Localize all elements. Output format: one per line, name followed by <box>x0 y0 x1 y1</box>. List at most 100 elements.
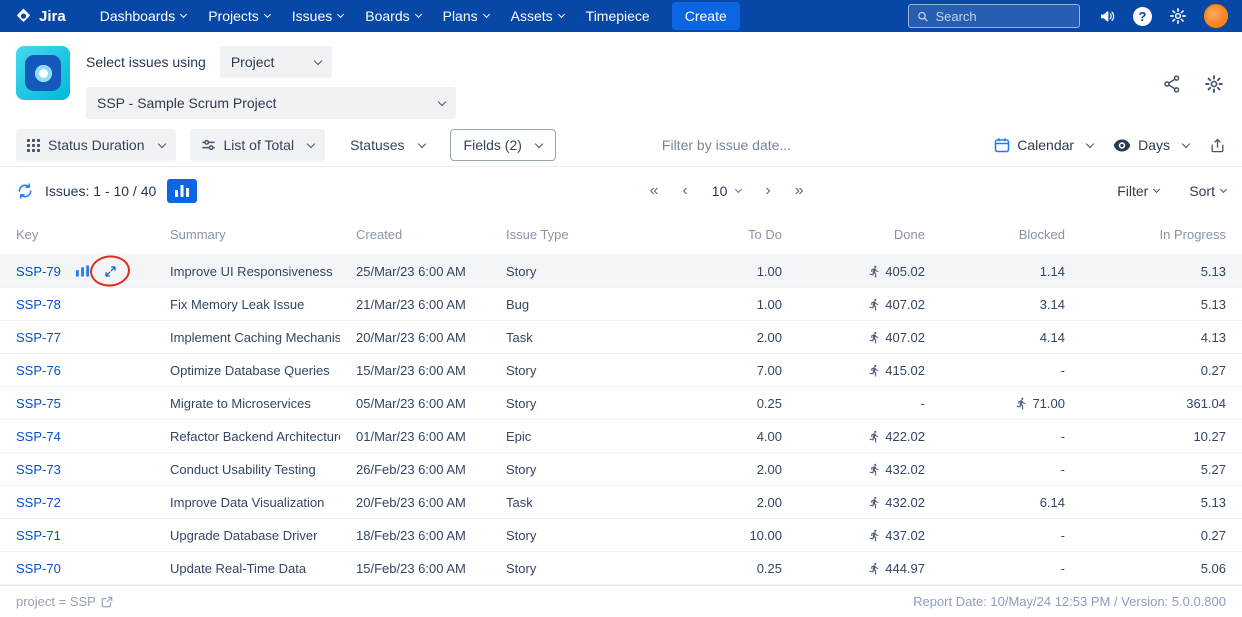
announcement-icon[interactable] <box>1098 7 1116 25</box>
page-size-dropdown[interactable]: 10 <box>712 183 743 199</box>
nav-plans[interactable]: Plans <box>433 3 499 29</box>
nav-timepiece[interactable]: Timepiece <box>576 3 660 29</box>
issue-key-link[interactable]: SSP-74 <box>16 429 61 444</box>
filter-dropdown[interactable]: Filter <box>1117 183 1161 199</box>
issue-key-link[interactable]: SSP-71 <box>16 528 61 543</box>
issue-summary-cell: Improve Data Visualization <box>154 495 340 510</box>
runner-icon <box>869 529 879 541</box>
table-row[interactable]: SSP-79 Improve UI Responsiveness 25/Mar/23… <box>0 253 1242 289</box>
table-row[interactable]: SSP-70 Update Real-Time Data 15/Feb/23 6:0… <box>0 552 1242 585</box>
issue-date-filter-input[interactable] <box>661 137 847 153</box>
table-row[interactable]: SSP-75 Migrate to Microservices 05/Mar/23 … <box>0 387 1242 420</box>
statuses-dropdown[interactable]: Statuses <box>339 129 435 161</box>
issue-key-cell: SSP-77 <box>0 330 154 345</box>
in-progress-cell: 5.13 <box>1065 495 1242 510</box>
global-search[interactable] <box>908 4 1080 28</box>
user-avatar[interactable] <box>1204 4 1228 28</box>
refresh-icon[interactable] <box>16 182 34 200</box>
column-header-in-progress[interactable]: In Progress <box>1065 227 1242 242</box>
project-selector-dropdown[interactable]: SSP - Sample Scrum Project <box>86 87 456 119</box>
help-icon[interactable]: ? <box>1133 6 1152 26</box>
done-cell-value: 437.02 <box>885 527 925 543</box>
table-row[interactable]: SSP-77 Implement Caching Mechanism 20/Mar/… <box>0 321 1242 354</box>
next-page-icon[interactable]: › <box>765 183 770 199</box>
app-logo-icon[interactable] <box>16 46 70 100</box>
jira-logo[interactable]: Jira <box>14 7 66 26</box>
chart-view-button[interactable] <box>167 179 198 203</box>
issue-key-link[interactable]: SSP-77 <box>16 330 61 345</box>
column-header-to-do[interactable]: To Do <box>640 227 782 242</box>
issue-key-cell: SSP-72 <box>0 495 154 510</box>
blocked-cell-value: 4.14 <box>1039 329 1065 345</box>
nav-boards[interactable]: Boards <box>355 3 430 29</box>
issue-created-cell-value: 21/Mar/23 6:00 AM <box>356 296 466 312</box>
issue-key-link[interactable]: SSP-76 <box>16 363 61 378</box>
days-dropdown[interactable]: Days <box>1113 137 1191 153</box>
sort-dropdown[interactable]: Sort <box>1189 183 1228 199</box>
create-button[interactable]: Create <box>671 2 740 30</box>
row-expand-button[interactable] <box>89 253 132 289</box>
gear-icon[interactable] <box>1169 7 1187 25</box>
done-cell: 444.97 <box>782 561 925 576</box>
nav-projects-label: Projects <box>208 8 259 24</box>
column-header-blocked[interactable]: Blocked <box>925 227 1065 242</box>
fields-dropdown[interactable]: Fields (2) <box>449 129 556 161</box>
issue-key-link[interactable]: SSP-73 <box>16 462 61 477</box>
issue-summary-cell-value: Improve UI Responsiveness <box>170 263 333 279</box>
blocked-cell: - <box>925 363 1065 378</box>
nav-issues[interactable]: Issues <box>282 3 353 29</box>
column-header-done[interactable]: Done <box>782 227 925 242</box>
issue-key-link[interactable]: SSP-72 <box>16 495 61 510</box>
to-do-cell: 2.00 <box>640 330 782 345</box>
top-navigation-bar: Jira Dashboards Projects Issues Boards P… <box>0 0 1242 32</box>
issue-key-link[interactable]: SSP-70 <box>16 561 61 576</box>
to-do-cell-value: 2.00 <box>756 494 782 510</box>
list-of-total-dropdown[interactable]: List of Total <box>189 129 326 161</box>
done-cell: 437.02 <box>782 528 925 543</box>
issue-source-dropdown[interactable]: Project <box>219 46 332 78</box>
done-cell-value: 444.97 <box>885 560 925 576</box>
project-query-link[interactable]: project = SSP <box>16 594 113 609</box>
runner-icon <box>869 496 879 508</box>
nav-boards-label: Boards <box>365 8 410 24</box>
first-page-icon[interactable]: « <box>650 183 659 199</box>
in-progress-cell-value: 5.13 <box>1200 296 1226 312</box>
calendar-dropdown[interactable]: Calendar <box>994 137 1095 153</box>
chevron-down-icon <box>1219 185 1228 194</box>
issue-key-link[interactable]: SSP-79 <box>16 264 61 279</box>
nav-dashboards[interactable]: Dashboards <box>90 3 197 29</box>
runner-icon <box>869 331 879 343</box>
issue-key-link[interactable]: SSP-75 <box>16 396 61 411</box>
prev-page-icon[interactable]: ‹ <box>682 183 687 199</box>
column-header-key[interactable]: Key <box>0 227 154 242</box>
table-row[interactable]: SSP-71 Upgrade Database Driver 18/Feb/23 6… <box>0 519 1242 552</box>
column-header-summary[interactable]: Summary <box>154 227 340 242</box>
nav-projects[interactable]: Projects <box>198 3 280 29</box>
table-row[interactable]: SSP-73 Conduct Usability Testing 26/Feb/23… <box>0 453 1242 486</box>
table-row[interactable]: SSP-72 Improve Data Visualization 20/Feb/2… <box>0 486 1242 519</box>
table-row[interactable]: SSP-74 Refactor Backend Architecture 01/Ma… <box>0 420 1242 453</box>
blocked-cell: - <box>925 462 1065 477</box>
share-icon[interactable] <box>1162 74 1182 99</box>
issue-key-link[interactable]: SSP-78 <box>16 297 61 312</box>
status-duration-dropdown[interactable]: Status Duration <box>16 129 176 161</box>
settings-gear-icon[interactable] <box>1204 74 1224 99</box>
issue-source-value: Project <box>230 54 275 70</box>
calendar-icon <box>995 138 1010 153</box>
last-page-icon[interactable]: » <box>795 183 804 199</box>
export-icon[interactable] <box>1209 137 1226 154</box>
issue-summary-cell-value: Migrate to Microservices <box>170 395 311 411</box>
table-row[interactable]: SSP-76 Optimize Database Queries 15/Mar/23… <box>0 354 1242 387</box>
eye-icon <box>1113 139 1131 151</box>
column-header-created[interactable]: Created <box>340 227 490 242</box>
to-do-cell-value: 4.00 <box>756 428 782 444</box>
in-progress-cell: 4.13 <box>1065 330 1242 345</box>
search-input[interactable] <box>935 8 1071 24</box>
table-row[interactable]: SSP-78 Fix Memory Leak Issue 21/Mar/23 6:0… <box>0 288 1242 321</box>
column-header-issue-type[interactable]: Issue Type <box>490 227 640 242</box>
done-cell-value: 422.02 <box>885 428 925 444</box>
nav-assets[interactable]: Assets <box>501 3 574 29</box>
row-chart-button[interactable] <box>75 265 89 277</box>
in-progress-cell: 0.27 <box>1065 363 1242 378</box>
main-navigation: Dashboards Projects Issues Boards Plans … <box>90 3 660 29</box>
